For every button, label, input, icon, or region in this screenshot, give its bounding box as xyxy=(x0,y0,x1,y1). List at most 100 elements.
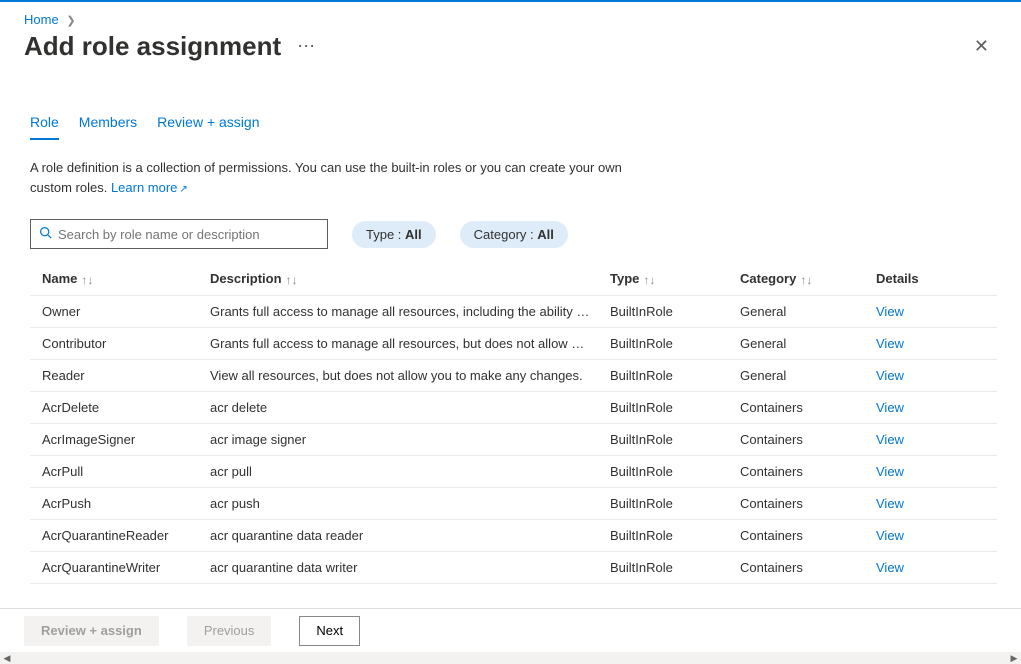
external-link-icon: ↗ xyxy=(179,184,187,195)
cell-category: Containers xyxy=(728,519,864,551)
table-row[interactable]: ReaderView all resources, but does not a… xyxy=(30,359,997,391)
view-link[interactable]: View xyxy=(876,528,904,543)
cell-category: General xyxy=(728,295,864,327)
cell-details: View xyxy=(864,551,997,583)
table-row[interactable]: AcrDeleteacr deleteBuiltInRoleContainers… xyxy=(30,391,997,423)
filter-category-pill[interactable]: Category : All xyxy=(460,221,568,248)
scroll-right-arrow-icon[interactable]: ▶ xyxy=(1007,653,1021,664)
table-row[interactable]: AcrPushacr pushBuiltInRoleContainers View xyxy=(30,487,997,519)
cell-name: AcrImageSigner xyxy=(30,423,198,455)
view-link[interactable]: View xyxy=(876,368,904,383)
review-assign-button: Review + assign xyxy=(24,616,159,646)
page-title: Add role assignment xyxy=(24,31,281,62)
table-row[interactable]: OwnerGrants full access to manage all re… xyxy=(30,295,997,327)
cell-type: BuiltInRole xyxy=(598,295,728,327)
cell-name: Owner xyxy=(30,295,198,327)
next-button[interactable]: Next xyxy=(299,616,360,646)
breadcrumb-home[interactable]: Home xyxy=(24,12,59,27)
cell-name: AcrPush xyxy=(30,487,198,519)
view-link[interactable]: View xyxy=(876,336,904,351)
search-icon xyxy=(39,226,52,242)
view-link[interactable]: View xyxy=(876,304,904,319)
cell-description: acr delete xyxy=(198,391,598,423)
view-link[interactable]: View xyxy=(876,560,904,575)
table-row[interactable]: AcrQuarantineReaderacr quarantine data r… xyxy=(30,519,997,551)
cell-details: View xyxy=(864,455,997,487)
cell-type: BuiltInRole xyxy=(598,455,728,487)
sort-icon: ↑↓ xyxy=(800,273,812,287)
cell-details: View xyxy=(864,519,997,551)
tab-members[interactable]: Members xyxy=(79,110,137,140)
cell-name: Contributor xyxy=(30,327,198,359)
cell-description: View all resources, but does not allow y… xyxy=(198,359,598,391)
cell-name: AcrQuarantineReader xyxy=(30,519,198,551)
cell-details: View xyxy=(864,295,997,327)
breadcrumb: Home ❯ xyxy=(0,2,1021,31)
search-input[interactable] xyxy=(58,227,319,242)
tab-review[interactable]: Review + assign xyxy=(157,110,259,140)
cell-name: Reader xyxy=(30,359,198,391)
cell-type: BuiltInRole xyxy=(598,487,728,519)
scroll-left-arrow-icon[interactable]: ◀ xyxy=(0,653,14,664)
cell-details: View xyxy=(864,391,997,423)
chevron-right-icon: ❯ xyxy=(66,15,75,27)
cell-type: BuiltInRole xyxy=(598,359,728,391)
scroll-track[interactable] xyxy=(14,652,1007,664)
cell-type: BuiltInRole xyxy=(598,551,728,583)
cell-details: View xyxy=(864,487,997,519)
col-header-description[interactable]: Description↑↓ xyxy=(198,263,598,295)
horizontal-scrollbar[interactable]: ◀ ▶ xyxy=(0,652,1021,664)
view-link[interactable]: View xyxy=(876,496,904,511)
cell-description: Grants full access to manage all resourc… xyxy=(198,327,598,359)
sort-icon: ↑↓ xyxy=(81,273,93,287)
cell-details: View xyxy=(864,327,997,359)
cell-type: BuiltInRole xyxy=(598,423,728,455)
cell-category: General xyxy=(728,327,864,359)
cell-category: General xyxy=(728,359,864,391)
col-header-name[interactable]: Name↑↓ xyxy=(30,263,198,295)
cell-description: acr pull xyxy=(198,455,598,487)
cell-description: acr quarantine data reader xyxy=(198,519,598,551)
cell-description: acr push xyxy=(198,487,598,519)
cell-category: Containers xyxy=(728,487,864,519)
sort-icon: ↑↓ xyxy=(643,273,655,287)
cell-category: Containers xyxy=(728,455,864,487)
cell-description: Grants full access to manage all resourc… xyxy=(198,295,598,327)
close-icon[interactable]: ✕ xyxy=(966,32,997,61)
cell-type: BuiltInRole xyxy=(598,391,728,423)
col-header-category[interactable]: Category↑↓ xyxy=(728,263,864,295)
content-scroll[interactable]: RoleMembersReview + assign A role defini… xyxy=(0,84,1021,608)
sort-icon: ↑↓ xyxy=(286,273,298,287)
col-header-details: Details xyxy=(864,263,997,295)
table-row[interactable]: ContributorGrants full access to manage … xyxy=(30,327,997,359)
cell-details: View xyxy=(864,359,997,391)
learn-more-link[interactable]: Learn more↗ xyxy=(111,180,188,195)
filter-row: Type : All Category : All xyxy=(30,219,997,249)
view-link[interactable]: View xyxy=(876,464,904,479)
cell-category: Containers xyxy=(728,391,864,423)
col-header-type[interactable]: Type↑↓ xyxy=(598,263,728,295)
table-row[interactable]: AcrQuarantineWriteracr quarantine data w… xyxy=(30,551,997,583)
roles-table: Name↑↓ Description↑↓ Type↑↓ Category↑↓ D… xyxy=(30,263,997,584)
tab-role[interactable]: Role xyxy=(30,110,59,140)
cell-category: Containers xyxy=(728,551,864,583)
footer-bar: Review + assign Previous Next xyxy=(0,608,1021,652)
view-link[interactable]: View xyxy=(876,432,904,447)
previous-button: Previous xyxy=(187,616,272,646)
cell-type: BuiltInRole xyxy=(598,327,728,359)
cell-name: AcrQuarantineWriter xyxy=(30,551,198,583)
cell-description: acr quarantine data writer xyxy=(198,551,598,583)
search-box[interactable] xyxy=(30,219,328,249)
table-row[interactable]: AcrImageSigneracr image signerBuiltInRol… xyxy=(30,423,997,455)
cell-details: View xyxy=(864,423,997,455)
cell-type: BuiltInRole xyxy=(598,519,728,551)
cell-description: acr image signer xyxy=(198,423,598,455)
tab-bar: Role Members Review + assign xyxy=(30,110,997,140)
more-actions-button[interactable]: ⋯ xyxy=(293,36,320,57)
filter-type-pill[interactable]: Type : All xyxy=(352,221,436,248)
cell-name: AcrPull xyxy=(30,455,198,487)
view-link[interactable]: View xyxy=(876,400,904,415)
table-row[interactable]: AcrPullacr pullBuiltInRoleContainers View xyxy=(30,455,997,487)
cell-name: AcrDelete xyxy=(30,391,198,423)
cell-category: Containers xyxy=(728,423,864,455)
